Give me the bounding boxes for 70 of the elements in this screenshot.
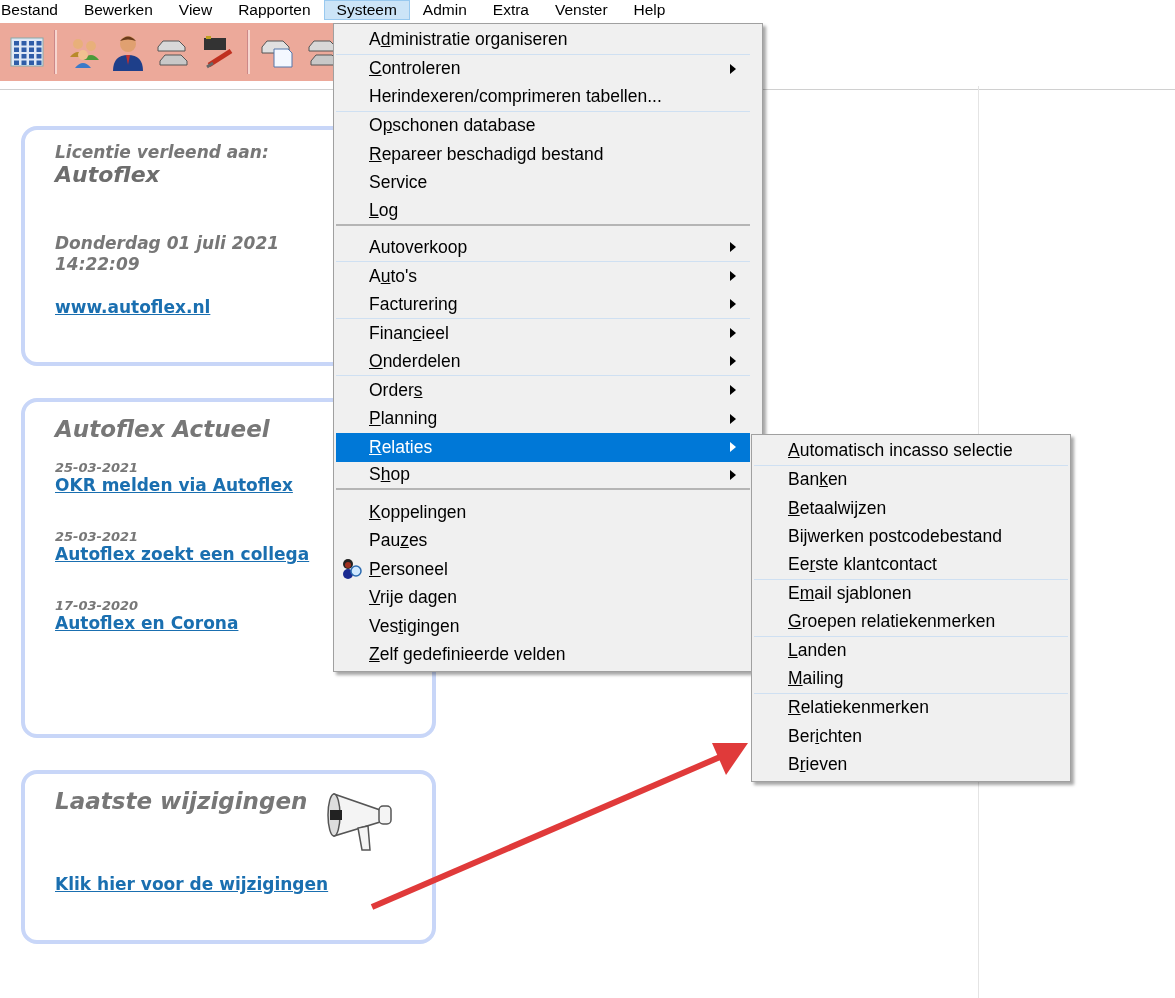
grid-icon[interactable]: [10, 37, 44, 67]
menu-item[interactable]: Venster: [542, 0, 621, 20]
menu-item[interactable]: Personeel: [336, 555, 750, 584]
menu-item[interactable]: Brieven: [754, 750, 1068, 779]
menu-item[interactable]: Banken: [754, 465, 1068, 494]
menu-item[interactable]: Systeem: [323, 0, 410, 20]
submenu-arrow-icon: [730, 469, 736, 480]
menu-item[interactable]: Berichten: [754, 722, 1068, 751]
person-icon[interactable]: [111, 33, 145, 71]
menu-item[interactable]: Orders: [336, 376, 750, 405]
menu-item[interactable]: Bestand: [0, 0, 71, 20]
submenu-arrow-icon: [730, 385, 736, 396]
menu-item[interactable]: Shop: [336, 461, 750, 490]
news-date: 25-03-2021: [55, 460, 139, 475]
menu-item[interactable]: Herindexeren/comprimeren tabellen...: [336, 83, 750, 112]
menu-item[interactable]: Rapporten: [225, 0, 324, 20]
news-link[interactable]: Autoflex en Corona: [55, 613, 239, 633]
date-text: Donderdag 01 juli 2021: [55, 233, 280, 254]
menu-item[interactable]: Mailing: [754, 665, 1068, 694]
submenu-arrow-icon: [730, 299, 736, 310]
menu-item[interactable]: Vrije dagen: [336, 583, 750, 612]
menu-item[interactable]: Opschonen database: [336, 111, 750, 140]
menu-item[interactable]: Autoverkoop: [336, 233, 750, 262]
menu-item[interactable]: Bijwerken postcodebestand: [754, 522, 1068, 551]
menu-item[interactable]: Koppelingen: [336, 498, 750, 527]
news-link[interactable]: Autoflex zoekt een collega: [55, 544, 310, 564]
menu-item[interactable]: View: [165, 0, 226, 20]
menu-item[interactable]: Repareer beschadigd bestand: [336, 140, 750, 169]
menu-item[interactable]: Zelf gedefinieerde velden: [336, 640, 750, 669]
submenu-arrow-icon: [730, 271, 736, 282]
menu-item[interactable]: Controleren: [336, 54, 750, 83]
menu-item[interactable]: Planning: [336, 404, 750, 433]
submenu-arrow-icon: [730, 413, 736, 424]
card-title: Laatste wijzigingen: [55, 788, 308, 814]
licensee-name: Autoflex: [55, 162, 160, 187]
menu-item[interactable]: Eerste klantcontact: [754, 551, 1068, 580]
menu-item[interactable]: Bewerken: [70, 0, 166, 20]
menu-item[interactable]: Automatisch incasso selectie: [754, 437, 1068, 466]
menu-item[interactable]: Help: [620, 0, 679, 20]
menu-item[interactable]: Onderdelen: [336, 347, 750, 376]
news-date: 17-03-2020: [55, 598, 139, 613]
time-text: 14:22:09: [55, 254, 140, 275]
menu-item[interactable]: Relaties: [336, 433, 750, 462]
submenu-arrow-icon: [730, 328, 736, 339]
menu-item[interactable]: Financieel: [336, 319, 750, 348]
menu-item[interactable]: Administratie organiseren: [336, 26, 750, 55]
menu-item[interactable]: Extra: [479, 0, 542, 20]
website-link[interactable]: www.autoflex.nl: [55, 297, 211, 317]
menu-item[interactable]: Admin: [409, 0, 480, 20]
news-date: 25-03-2021: [55, 529, 139, 544]
card-title: Autoflex Actueel: [55, 416, 270, 442]
submenu-arrow-icon: [730, 356, 736, 367]
submenu-arrow-icon: [730, 442, 736, 453]
menu-item[interactable]: Auto's: [336, 262, 750, 291]
news-link[interactable]: OKR melden via Autoflex: [55, 475, 293, 495]
menu-item[interactable]: Facturering: [336, 290, 750, 319]
menu-item[interactable]: Log: [336, 197, 750, 226]
cars-icon[interactable]: [155, 37, 191, 67]
menu-item[interactable]: Groepen relatiekenmerken: [754, 608, 1068, 637]
changes-link[interactable]: Klik hier voor de wijzigingen: [55, 874, 329, 894]
menu-item[interactable]: Service: [336, 168, 750, 197]
menu-item[interactable]: Betaalwijzen: [754, 494, 1068, 523]
submenu-arrow-icon: [730, 63, 736, 74]
menu-item[interactable]: Email sjablonen: [754, 579, 1068, 608]
menu-item[interactable]: Landen: [754, 636, 1068, 665]
submenu-arrow-icon: [730, 242, 736, 253]
license-caption: Licentie verleend aan:: [55, 142, 269, 162]
menu-item[interactable]: Vestigingen: [336, 612, 750, 641]
menu-item[interactable]: Relatiekenmerken: [754, 693, 1068, 722]
menu-item[interactable]: Pauzes: [336, 526, 750, 555]
